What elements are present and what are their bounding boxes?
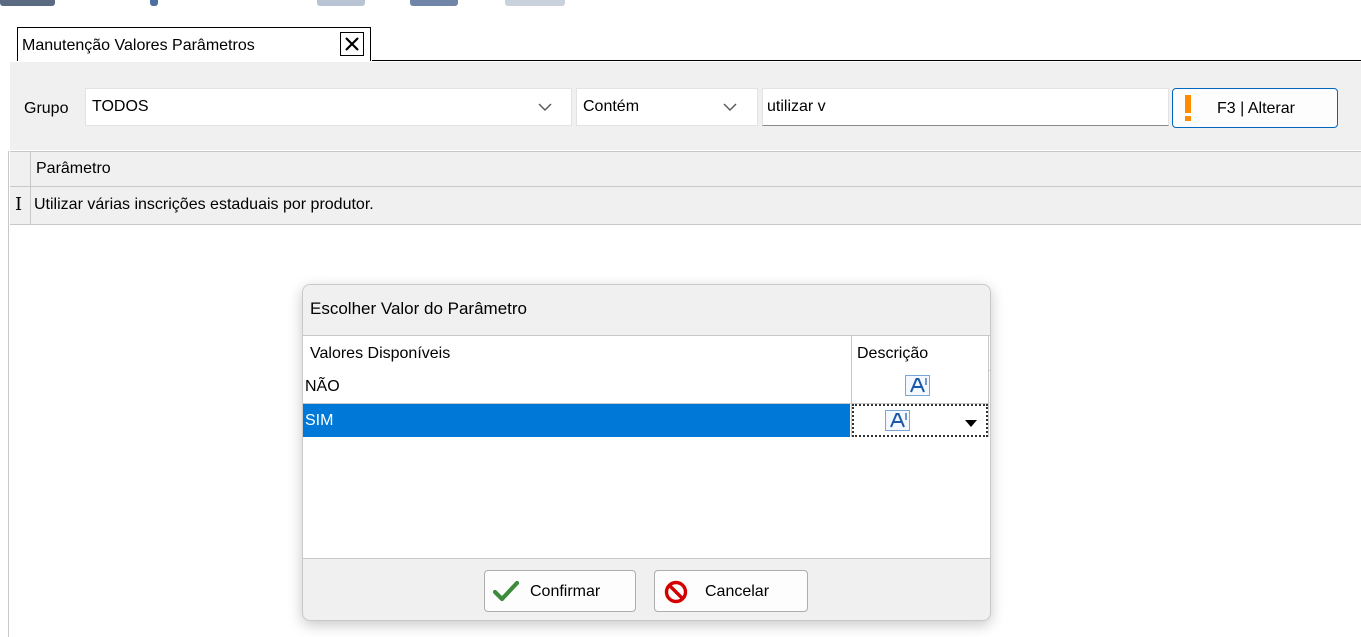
match-select[interactable]: Contém bbox=[576, 88, 758, 126]
close-icon bbox=[345, 37, 359, 51]
chevron-down-icon bbox=[538, 103, 552, 111]
choose-value-dialog: Escolher Valor do Parâmetro Valores Disp… bbox=[302, 284, 991, 621]
value-cell[interactable]: NÃO bbox=[305, 378, 340, 396]
filter-bar: Grupo TODOS Contém F3 | Alterar bbox=[10, 62, 1361, 150]
toolbar-button-fragment[interactable] bbox=[410, 0, 458, 6]
dialog-title: Escolher Valor do Parâmetro bbox=[310, 299, 528, 318]
top-toolbar-strip bbox=[0, 0, 1361, 12]
cancel-button[interactable]: Cancelar bbox=[654, 570, 808, 612]
list-item-selected[interactable]: SIM bbox=[303, 404, 989, 438]
text-description-icon[interactable] bbox=[885, 410, 911, 432]
search-input[interactable] bbox=[762, 88, 1169, 126]
exclamation-icon bbox=[1185, 95, 1191, 121]
text-description-icon[interactable] bbox=[905, 375, 931, 397]
toolbar-button-fragment[interactable] bbox=[150, 0, 158, 6]
grid-header: Parâmetro bbox=[10, 151, 1361, 187]
value-cell[interactable]: SIM bbox=[305, 412, 333, 430]
description-cell[interactable] bbox=[852, 370, 988, 403]
list-item[interactable]: NÃO bbox=[303, 370, 989, 404]
alter-button[interactable]: F3 | Alterar bbox=[1172, 88, 1338, 128]
tab-strip: Manutenção Valores Parâmetros bbox=[0, 27, 1361, 61]
selection-highlight bbox=[303, 404, 850, 437]
table-row[interactable]: I Utilizar várias inscrições estaduais p… bbox=[10, 187, 1361, 225]
column-separator bbox=[851, 336, 852, 437]
group-select-value: TODOS bbox=[92, 98, 149, 115]
description-cell-editor[interactable] bbox=[852, 404, 988, 437]
values-grid-header: Valores Disponíveis Descrição bbox=[303, 336, 990, 371]
group-label: Grupo bbox=[24, 100, 69, 117]
table-cell-parametro[interactable]: Utilizar várias inscrições estaduais por… bbox=[34, 196, 374, 214]
column-separator bbox=[988, 336, 989, 437]
toolbar-button-fragment[interactable] bbox=[317, 0, 365, 6]
toolbar-button-fragment[interactable] bbox=[0, 0, 55, 6]
chevron-down-icon bbox=[723, 103, 737, 111]
row-indicator-header bbox=[10, 152, 31, 186]
group-select[interactable]: TODOS bbox=[85, 88, 572, 126]
tab-manutencao-valores-parametros[interactable]: Manutenção Valores Parâmetros bbox=[17, 27, 371, 61]
row-indicator: I bbox=[10, 187, 31, 224]
tab-baseline bbox=[372, 60, 1361, 61]
toolbar-button-fragment[interactable] bbox=[505, 0, 565, 6]
prohibited-icon bbox=[664, 580, 688, 604]
checkmark-icon bbox=[493, 580, 519, 602]
match-select-value: Contém bbox=[583, 98, 640, 115]
column-header-parametro[interactable]: Parâmetro bbox=[36, 160, 111, 178]
confirm-button[interactable]: Confirmar bbox=[484, 570, 636, 612]
column-header-valores[interactable]: Valores Disponíveis bbox=[310, 345, 450, 363]
close-tab-button[interactable] bbox=[340, 32, 364, 56]
column-header-descricao[interactable]: Descrição bbox=[857, 345, 928, 363]
confirm-button-label: Confirmar bbox=[530, 583, 601, 600]
grid-left-border bbox=[8, 151, 9, 637]
cancel-button-label: Cancelar bbox=[705, 583, 770, 600]
text-cursor-icon: I bbox=[15, 194, 23, 215]
values-grid: Valores Disponíveis Descrição NÃO SIM bbox=[303, 335, 990, 559]
dropdown-arrow-icon[interactable] bbox=[965, 420, 977, 427]
tab-label: Manutenção Valores Parâmetros bbox=[22, 37, 255, 54]
alter-button-label: F3 | Alterar bbox=[1217, 100, 1295, 117]
